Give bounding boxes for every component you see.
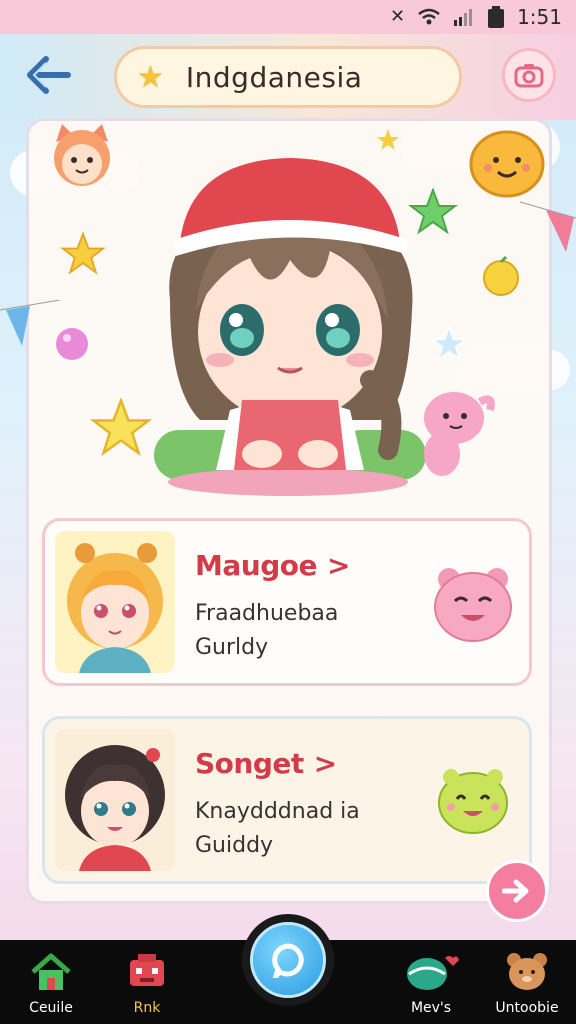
back-button[interactable] (18, 54, 74, 98)
star-icon: ★ (137, 59, 164, 95)
chevron-right-icon: > (326, 549, 350, 582)
house-icon (31, 953, 71, 990)
battery-icon (488, 6, 505, 28)
friend-detail: Gurldy (195, 635, 269, 660)
star-decoration-icon (430, 326, 468, 361)
title-pill: ★ Indgdanesia (114, 46, 462, 108)
green-creature-icon (438, 769, 508, 834)
arrow-left-icon (27, 56, 71, 94)
nav-label: Ceuile (29, 1000, 73, 1016)
avatar (65, 745, 165, 871)
bunting-decoration-icon (0, 300, 60, 346)
nav-item-robot[interactable]: Rnk (102, 946, 192, 1024)
fox-mascot-icon (54, 124, 110, 186)
friend-name: Songet > (195, 747, 337, 780)
chat-bubble-icon (272, 943, 304, 978)
bear-icon (507, 953, 547, 990)
robot-icon (130, 954, 164, 986)
orange-blob-icon (469, 130, 545, 198)
hero-character-illustration (169, 158, 413, 470)
friend-detail: Knaydddnad ia (195, 799, 360, 824)
wifi-icon (418, 8, 440, 25)
star-decoration-icon (377, 129, 399, 150)
pink-creature-icon (424, 392, 495, 476)
status-bar: ✕ 1:51 (0, 0, 576, 34)
friend-card[interactable]: Songet > Knaydddnad ia Guiddy (42, 716, 532, 884)
nav-item-moves[interactable]: Mev's (386, 946, 476, 1024)
clock: 1:51 (517, 5, 562, 29)
nav-label: Rnk (133, 1000, 161, 1016)
friend-avatar (55, 729, 175, 871)
friend-avatar (55, 531, 175, 673)
friend-name: Maugoe > (195, 549, 350, 582)
nav-item-untoobie[interactable]: Untoobie (482, 946, 572, 1024)
chevron-right-icon: > (313, 747, 337, 780)
page-title: Indgdanesia (185, 60, 363, 94)
friend-detail: Fraadhuebaa (195, 601, 339, 626)
pink-bear-icon (434, 568, 512, 642)
avatar (67, 543, 163, 673)
chat-button-inner (250, 922, 326, 998)
chat-button[interactable] (242, 914, 334, 1006)
app-header: ★ Indgdanesia (0, 34, 576, 120)
bunting-decoration-icon (520, 201, 576, 252)
camera-button[interactable] (502, 48, 556, 102)
next-button[interactable] (486, 860, 548, 922)
arrow-right-icon (502, 879, 529, 903)
star-decoration-icon (90, 398, 152, 457)
fruit-decoration-icon (483, 256, 519, 296)
signal-icon (454, 9, 473, 26)
nav-label: Mev's (410, 1000, 452, 1016)
nav-label: Untoobie (495, 1000, 559, 1016)
friend-detail: Guiddy (195, 833, 274, 858)
nav-item-home[interactable]: Ceuile (6, 946, 96, 1024)
bluetooth-icon: ✕ (389, 6, 406, 27)
camera-icon (514, 64, 544, 88)
friend-card[interactable]: Maugoe > Fraadhuebaa Gurldy (42, 518, 532, 686)
star-decoration-icon (60, 232, 106, 275)
globe-icon (407, 956, 459, 990)
